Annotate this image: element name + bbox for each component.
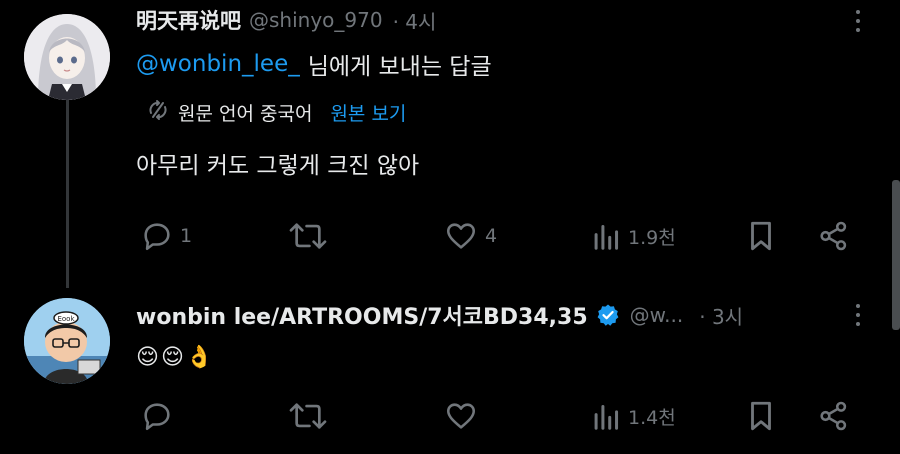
user-handle[interactable]: @shinyo_970	[249, 8, 383, 32]
share-button[interactable]	[816, 216, 852, 256]
retweet-icon	[289, 223, 327, 249]
tweet-text: 아무리 커도 그렇게 크진 않아	[136, 153, 420, 179]
original-language-label: 원문 언어 중국어	[178, 102, 313, 125]
views-bar-chart-icon	[594, 224, 619, 250]
views-bar-chart-icon	[594, 404, 619, 430]
reply-button[interactable]	[140, 396, 180, 436]
tweet-actions: 1.4천	[136, 396, 856, 436]
avatar-anime-girl-illustration	[24, 14, 110, 100]
views-button[interactable]: 1.4천	[592, 396, 676, 436]
like-count: 4	[485, 225, 498, 247]
heart-icon	[446, 223, 476, 249]
translate-icon	[146, 98, 170, 127]
timestamp[interactable]: · 3시	[699, 301, 743, 330]
reply-count: 1	[180, 225, 193, 247]
like-button[interactable]	[443, 396, 485, 436]
retweet-icon	[289, 403, 327, 429]
emoji-relieved-face: 😌	[160, 344, 184, 370]
svg-text:Eook: Eook	[57, 315, 75, 323]
scrollbar-thumb[interactable]	[892, 180, 900, 330]
tweet-actions: 1 4 1.9천	[136, 216, 856, 256]
emoji-relieved-face: 😌	[136, 344, 159, 370]
emoji-ok-hand: 👌	[185, 344, 214, 370]
like-button[interactable]: 4	[443, 216, 497, 256]
bookmark-icon	[751, 221, 771, 251]
bookmark-icon	[751, 401, 771, 431]
retweet-button[interactable]	[288, 396, 334, 436]
user-handle[interactable]: @w...	[630, 303, 684, 327]
view-count: 1.4천	[628, 406, 676, 429]
share-icon	[820, 401, 847, 431]
display-name[interactable]: wonbin lee/ARTROOMS/7서코BD34,35	[136, 299, 588, 331]
avatar[interactable]: Eook	[24, 298, 110, 384]
avatar-cartoon-man-illustration: Eook	[24, 298, 110, 384]
reply-button[interactable]: 1	[140, 216, 192, 256]
retweet-button[interactable]	[288, 216, 334, 256]
more-options-icon[interactable]	[856, 10, 862, 37]
reply-context-text: 님에게 보내는 답글	[307, 54, 492, 80]
heart-icon	[446, 403, 476, 429]
verified-badge-icon	[596, 303, 620, 327]
reply-bubble-icon	[144, 223, 170, 251]
show-original-link[interactable]: 원본 보기	[330, 99, 406, 126]
timestamp[interactable]: · 4시	[393, 6, 437, 35]
avatar[interactable]	[24, 14, 110, 100]
views-button[interactable]: 1.9천	[592, 216, 676, 256]
more-options-icon[interactable]	[856, 304, 862, 331]
display-name[interactable]: 明天再说吧	[136, 5, 241, 35]
view-count: 1.9천	[628, 226, 676, 249]
share-button[interactable]	[816, 396, 852, 436]
share-icon	[820, 221, 847, 251]
reply-mention-link[interactable]: @wonbin_lee_	[136, 51, 300, 77]
bookmark-button[interactable]	[746, 216, 776, 256]
bookmark-button[interactable]	[746, 396, 776, 436]
reply-bubble-icon	[144, 403, 170, 431]
thread-connector-line	[66, 98, 69, 288]
